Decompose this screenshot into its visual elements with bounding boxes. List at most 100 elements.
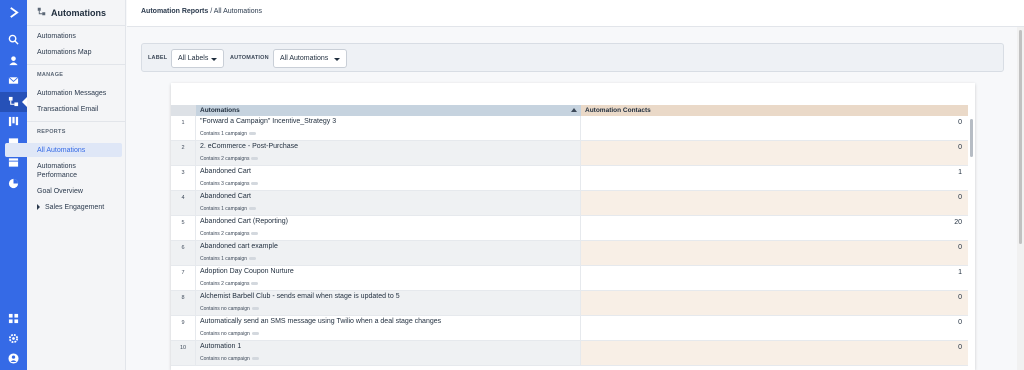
row-number: 5: [171, 216, 196, 240]
logo-chevron-icon[interactable]: [6, 5, 21, 20]
table-row[interactable]: 2 2. eCommerce - Post-Purchase Contains 2 …: [171, 141, 968, 166]
table-row[interactable]: 5 Abandoned Cart (Reporting) Contains 2 ca…: [171, 216, 968, 241]
sidebar-item-automations[interactable]: Automations: [37, 32, 76, 41]
automation-cell[interactable]: Automation 1 Contains no campaign: [196, 341, 581, 365]
campaign-count-text: Contains no campaign: [200, 306, 250, 312]
more-icon[interactable]: [251, 232, 259, 236]
row-number: 10: [171, 341, 196, 365]
automations-column-header[interactable]: Automations: [196, 105, 581, 116]
chevron-right-icon: [37, 204, 40, 211]
more-icon[interactable]: [251, 282, 259, 286]
automation-contacts-value: 1: [958, 169, 962, 176]
sales-engagement-label: Sales Engagement: [45, 204, 105, 211]
sidebar-title: Automations: [37, 7, 106, 18]
reports-icon[interactable]: [6, 176, 21, 191]
websites-icon[interactable]: [6, 155, 21, 170]
automation-name[interactable]: Adoption Day Coupon Nurture: [200, 268, 294, 275]
table-header: Automations Automation Contacts: [171, 105, 968, 116]
deals-icon[interactable]: [6, 114, 21, 129]
automation-name[interactable]: Automation 1: [200, 343, 241, 350]
row-number: 6: [171, 241, 196, 265]
campaign-count-text: Contains 2 campaigns: [200, 231, 250, 237]
breadcrumb-parent[interactable]: Automation Reports: [141, 8, 208, 15]
automations-icon[interactable]: [6, 94, 21, 109]
search-icon[interactable]: [6, 32, 21, 47]
label-filter-select[interactable]: All Labels: [171, 49, 224, 68]
more-icon[interactable]: [248, 207, 256, 211]
automation-cell[interactable]: Abandoned Cart (Reporting) Contains 2 cam…: [196, 216, 581, 240]
sidebar-item-sales-engagement[interactable]: Sales Engagement: [37, 203, 104, 212]
page-scrollbar-thumb[interactable]: [1019, 30, 1022, 244]
more-icon[interactable]: [251, 357, 259, 361]
automation-cell[interactable]: 2. eCommerce - Post-Purchase Contains 2 c…: [196, 141, 581, 165]
automation-cell[interactable]: Abandoned Cart Contains 3 campaigns: [196, 166, 581, 190]
label-filter-value: All Labels: [178, 55, 209, 62]
automation-contacts-value: 0: [958, 119, 962, 126]
apps-icon[interactable]: [6, 311, 21, 326]
sidebar-title-label: Automations: [51, 7, 106, 18]
more-icon[interactable]: [248, 132, 256, 136]
automation-name[interactable]: Automatically send an SMS message using …: [200, 318, 441, 325]
sort-ascending-icon[interactable]: [571, 108, 577, 112]
campaign-count-text: Contains no campaign: [200, 356, 250, 362]
automation-contacts-value: 0: [581, 241, 968, 265]
automation-cell[interactable]: Alchemist Barbell Club - sends email whe…: [196, 291, 581, 315]
table-row[interactable]: 10 Automation 1 Contains no campaign 0: [171, 341, 968, 366]
sidebar-item-automation-messages[interactable]: Automation Messages: [37, 89, 106, 98]
campaign-count-text: Contains 3 campaigns: [200, 181, 250, 187]
campaign-count: Contains 2 campaigns: [200, 281, 259, 287]
row-number: 8: [171, 291, 196, 315]
automation-contacts-value: 1: [958, 269, 962, 276]
settings-icon[interactable]: [6, 331, 21, 346]
table-row[interactable]: 9 Automatically send an SMS message using…: [171, 316, 968, 341]
automation-filter-value: All Automations: [280, 55, 329, 62]
table-scrollbar-thumb[interactable]: [970, 119, 973, 157]
user-avatar-icon[interactable]: [6, 351, 21, 366]
row-number-header: [171, 105, 196, 116]
automation-name[interactable]: Abandoned cart example: [200, 243, 278, 250]
sidebar-item-automations-map[interactable]: Automations Map: [37, 48, 91, 57]
more-icon[interactable]: [251, 307, 259, 311]
sidebar: Automations Automations Automations Map …: [27, 0, 126, 370]
automation-cell[interactable]: Automatically send an SMS message using …: [196, 316, 581, 340]
automations-header-label: Automations: [200, 107, 240, 114]
automation-name[interactable]: Abandoned Cart: [200, 193, 251, 200]
table-row[interactable]: 4 Abandoned Cart Contains 1 campaign 0: [171, 191, 968, 216]
campaign-count: Contains no campaign: [200, 356, 259, 362]
label-filter-caption: LABEL: [148, 55, 168, 61]
more-icon[interactable]: [251, 157, 259, 161]
contacts-icon[interactable]: [6, 53, 21, 68]
automation-cell[interactable]: Abandoned cart example Contains 1 campaig…: [196, 241, 581, 265]
automation-name[interactable]: "Forward a Campaign" Incentive_Strategy …: [200, 118, 336, 125]
automation-cell[interactable]: Abandoned Cart Contains 1 campaign: [196, 191, 581, 215]
campaign-count-text: Contains 2 campaigns: [200, 281, 250, 287]
campaigns-icon[interactable]: [6, 73, 21, 88]
report-table-card: Automations Automation Contacts 1 "Forwar…: [171, 83, 975, 370]
table-row[interactable]: 1 "Forward a Campaign" Incentive_Strategy…: [171, 116, 968, 141]
topbar: Automation Reports / All Automations: [127, 0, 1024, 27]
divider: [27, 25, 126, 26]
automation-contacts-column-header[interactable]: Automation Contacts: [581, 105, 968, 116]
automation-cell[interactable]: "Forward a Campaign" Incentive_Strategy …: [196, 116, 581, 140]
sidebar-item-transactional-email[interactable]: Transactional Email: [37, 105, 98, 114]
campaign-count-text: Contains 1 campaign: [200, 131, 247, 137]
more-icon[interactable]: [251, 182, 259, 186]
sidebar-item-automations-performance[interactable]: Automations Performance: [37, 162, 117, 180]
sidebar-item-all-automations[interactable]: All Automations: [37, 146, 85, 155]
automation-filter-select[interactable]: All Automations: [273, 49, 347, 68]
divider: [27, 64, 126, 65]
table-row[interactable]: 8 Alchemist Barbell Club - sends email wh…: [171, 291, 968, 316]
automation-name[interactable]: Abandoned Cart (Reporting): [200, 218, 288, 225]
table-row[interactable]: 7 Adoption Day Coupon Nurture Contains 2 c…: [171, 266, 968, 291]
more-icon[interactable]: [251, 332, 259, 336]
automation-name[interactable]: Abandoned Cart: [200, 168, 251, 175]
sidebar-item-goal-overview[interactable]: Goal Overview: [37, 187, 83, 196]
manage-heading: MANAGE: [37, 72, 64, 78]
row-number: 4: [171, 191, 196, 215]
table-row[interactable]: 6 Abandoned cart example Contains 1 campai…: [171, 241, 968, 266]
automation-name[interactable]: 2. eCommerce - Post-Purchase: [200, 143, 298, 150]
table-row[interactable]: 3 Abandoned Cart Contains 3 campaigns 1: [171, 166, 968, 191]
automation-name[interactable]: Alchemist Barbell Club - sends email whe…: [200, 293, 400, 300]
automation-cell[interactable]: Adoption Day Coupon Nurture Contains 2 ca…: [196, 266, 581, 290]
more-icon[interactable]: [248, 257, 256, 261]
